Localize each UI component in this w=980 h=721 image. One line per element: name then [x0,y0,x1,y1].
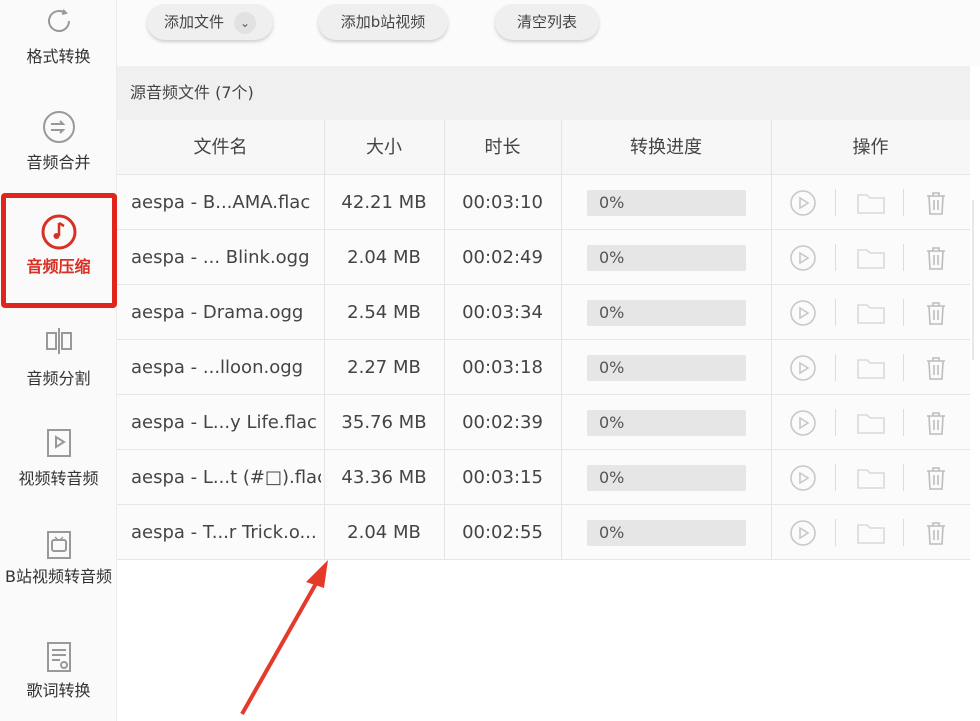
table-row[interactable]: aespa - ... Blink.ogg 2.04 MB 00:02:49 0… [117,230,970,285]
file-name: aespa - Drama.ogg [131,302,304,323]
progress-label: 0% [599,193,625,212]
col-header-progress: 转换进度 [630,137,702,158]
file-duration: 00:03:18 [462,357,543,378]
table-row[interactable]: aespa - L...t (#□).flac 43.36 MB 00:03:1… [117,450,970,505]
sidebar-item-label: 格式转换 [26,47,91,66]
trash-icon[interactable] [922,409,950,437]
play-icon[interactable] [789,354,817,382]
col-header-duration: 时长 [484,137,521,158]
sidebar-item-label: 歌词转换 [26,681,91,700]
split-icon [45,328,72,354]
progress-label: 0% [599,468,625,487]
add-file-label: 添加文件 [163,13,224,31]
sidebar-item-label: 视频转音频 [18,469,99,488]
file-size: 2.54 MB [347,302,421,323]
table-row[interactable]: aespa - Drama.ogg 2.54 MB 00:03:34 0% [117,285,970,340]
panel-title: 源音频文件 (7个) [117,66,970,120]
progress-bar: 0% [587,355,746,381]
chevron-down-icon[interactable]: ⌄ [234,11,256,34]
table-row[interactable]: aespa - ...lloon.ogg 2.27 MB 00:03:18 0% [117,340,970,395]
add-bili-label: 添加b站视频 [340,13,426,31]
file-size: 42.21 MB [341,192,427,213]
file-duration: 00:02:39 [462,412,543,433]
file-name: aespa - L...y Life.flac [131,412,317,433]
play-icon[interactable] [789,189,817,217]
folder-icon[interactable] [855,299,887,327]
trash-icon[interactable] [922,244,950,272]
sidebar-item-label: B站视频转音频 [5,567,112,586]
sidebar-item-label: 音频分割 [26,369,91,388]
trash-icon[interactable] [922,354,950,382]
file-name: aespa - L...t (#□).flac [131,467,321,488]
progress-label: 0% [599,413,625,432]
sidebar: 格式转换 音频合并 音频压缩 音频分割 视频转音频 B站视频转音频 歌词转换 [0,0,117,721]
file-size: 2.04 MB [347,247,421,268]
add-bili-video-button[interactable]: 添加b站视频 [318,4,448,40]
file-duration: 00:02:55 [462,522,543,543]
play-icon[interactable] [789,299,817,327]
play-icon[interactable] [789,519,817,547]
progress-label: 0% [599,523,625,542]
sidebar-item-bili-to-audio[interactable]: B站视频转音频 [0,528,117,588]
trash-icon[interactable] [922,464,950,492]
file-duration: 00:03:10 [462,192,543,213]
file-size: 43.36 MB [341,467,427,488]
toolbar: 添加文件 ⌄ 添加b站视频 清空列表 [117,0,980,66]
refresh-icon [47,9,70,32]
file-duration: 00:03:15 [462,467,543,488]
progress-bar: 0% [587,520,746,546]
trash-icon[interactable] [922,189,950,217]
sidebar-item-format-convert[interactable]: 格式转换 [0,4,117,68]
folder-icon[interactable] [855,189,887,217]
progress-label: 0% [599,303,625,322]
play-icon[interactable] [789,409,817,437]
play-icon[interactable] [789,244,817,272]
scrollbar[interactable] [972,200,974,360]
sidebar-item-label: 音频合并 [26,153,91,172]
folder-icon[interactable] [855,464,887,492]
progress-bar: 0% [587,245,746,271]
progress-label: 0% [599,248,625,267]
sidebar-item-audio-split[interactable]: 音频分割 [0,324,117,390]
sidebar-item-audio-merge[interactable]: 音频合并 [0,110,117,174]
add-file-button[interactable]: 添加文件 ⌄ [147,4,273,40]
col-header-name: 文件名 [193,137,248,158]
play-icon[interactable] [789,464,817,492]
folder-icon[interactable] [855,409,887,437]
folder-icon[interactable] [855,354,887,382]
file-name: aespa - ... Blink.ogg [131,247,310,268]
active-item-highlight [1,193,117,308]
folder-icon[interactable] [855,519,887,547]
bilibili-tv-icon [46,531,71,559]
trash-icon[interactable] [922,519,950,547]
lyrics-icon [46,642,71,672]
file-size: 2.04 MB [347,522,421,543]
table-header: 文件名 大小 时长 转换进度 操作 [117,120,970,175]
annotation-arrow [240,560,328,715]
clear-list-button[interactable]: 清空列表 [495,4,599,40]
video-audio-icon [46,429,71,457]
file-name: aespa - ...lloon.ogg [131,357,304,378]
folder-icon[interactable] [855,244,887,272]
progress-bar: 0% [587,190,746,216]
sidebar-item-lyrics-convert[interactable]: 歌词转换 [0,640,117,702]
trash-icon[interactable] [922,299,950,327]
file-duration: 00:03:34 [462,302,543,323]
file-name: aespa - B...AMA.flac [131,192,311,213]
sidebar-item-video-to-audio[interactable]: 视频转音频 [0,426,117,490]
col-header-size: 大小 [366,137,402,158]
progress-label: 0% [599,358,625,377]
table-row[interactable]: aespa - L...y Life.flac 35.76 MB 00:02:3… [117,395,970,450]
progress-bar: 0% [587,465,746,491]
file-size: 2.27 MB [347,357,421,378]
clear-list-label: 清空列表 [516,13,577,31]
progress-bar: 0% [587,410,746,436]
progress-bar: 0% [587,300,746,326]
table-row[interactable]: aespa - B...AMA.flac 42.21 MB 00:03:10 0… [117,175,970,230]
col-header-ops: 操作 [852,137,889,158]
file-size: 35.76 MB [341,412,427,433]
file-duration: 00:02:49 [462,247,543,268]
merge-icon [42,111,75,143]
